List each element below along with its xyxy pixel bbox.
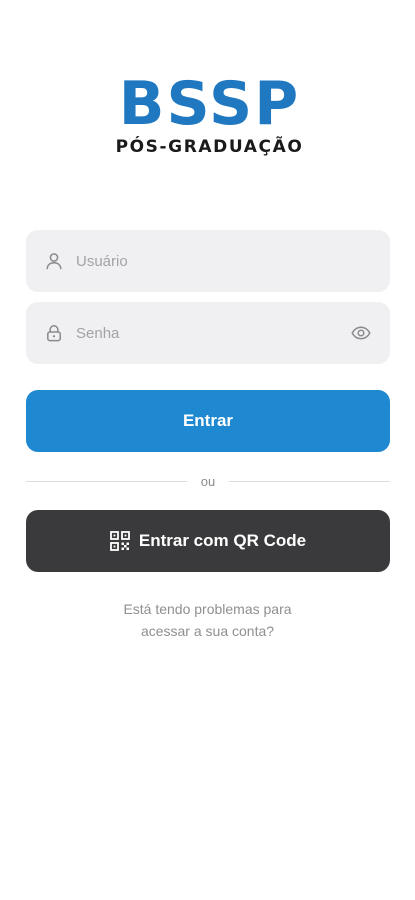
username-input[interactable] bbox=[76, 246, 372, 276]
login-screen: BSSP PÓS-GRADUAÇÃO Entrar bbox=[0, 0, 415, 900]
qr-login-label: Entrar com QR Code bbox=[138, 531, 307, 550]
logo-subtitle: PÓS-GRADUAÇÃO bbox=[115, 137, 304, 157]
password-input[interactable] bbox=[76, 318, 350, 348]
user-icon bbox=[45, 252, 63, 270]
divider-label: ou bbox=[200, 473, 216, 489]
username-field[interactable] bbox=[26, 230, 390, 292]
divider-line-left bbox=[26, 480, 187, 482]
divider-line-right bbox=[229, 480, 390, 482]
qr-code-icon bbox=[109, 531, 130, 551]
help-link[interactable]: Está tendo problemas para acessar a sua … bbox=[0, 598, 415, 642]
or-divider: ou bbox=[26, 472, 390, 490]
lock-icon bbox=[45, 324, 63, 342]
help-text-line-1: Está tendo problemas para bbox=[123, 601, 292, 617]
qr-login-button[interactable]: Entrar com QR Code bbox=[26, 510, 390, 572]
login-button[interactable]: Entrar bbox=[26, 390, 390, 452]
password-field[interactable] bbox=[26, 302, 390, 364]
eye-icon[interactable] bbox=[350, 322, 372, 344]
brand-logo: BSSP PÓS-GRADUAÇÃO bbox=[0, 72, 415, 157]
help-text-line-2: acessar a sua conta? bbox=[140, 623, 275, 639]
logo-title: BSSP bbox=[118, 69, 301, 139]
